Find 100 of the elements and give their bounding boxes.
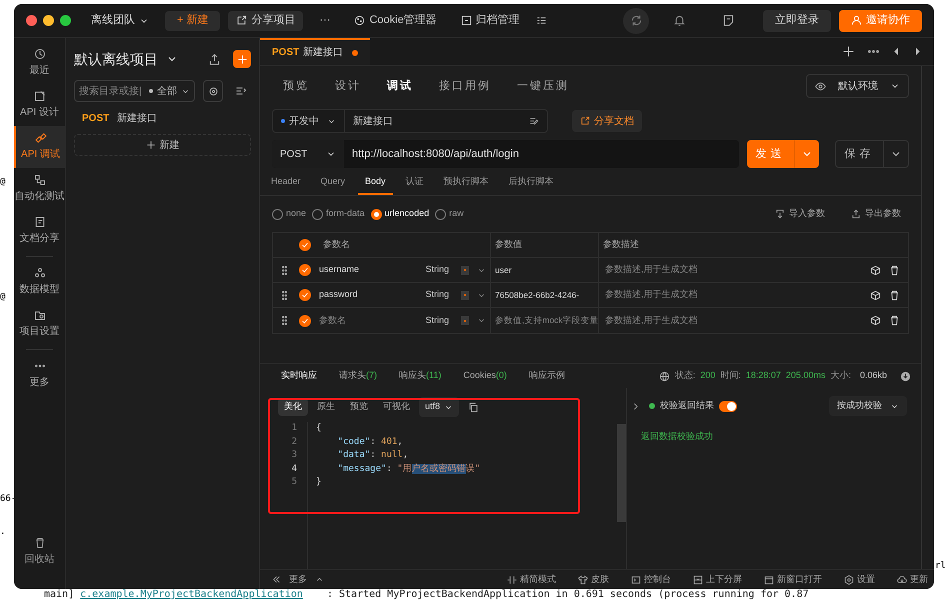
nav-item[interactable]: 自动化测试 xyxy=(14,168,65,210)
request-section-tab[interactable]: Query xyxy=(314,170,352,195)
left-arrow-icon[interactable] xyxy=(892,47,901,56)
encoding-dropdown[interactable]: utf8 xyxy=(419,397,460,417)
request-section-tab[interactable]: 认证 xyxy=(398,170,431,195)
window-control[interactable] xyxy=(26,15,37,26)
validation-mode-dropdown[interactable]: 按成功校验 xyxy=(829,396,907,416)
nav-item[interactable]: 更多 xyxy=(14,354,65,396)
mode-tab[interactable]: 调试 xyxy=(376,73,424,99)
param-description[interactable]: 参数描述,用于生成文档 xyxy=(599,314,870,328)
cube-icon[interactable] xyxy=(870,315,881,326)
window-control[interactable] xyxy=(43,15,54,26)
body-type-radio[interactable]: form-data xyxy=(312,207,365,221)
footer-button[interactable]: 上下分屏 xyxy=(693,572,742,586)
copy-icon[interactable] xyxy=(468,402,480,412)
request-tab[interactable]: POST 新建接口 xyxy=(260,38,370,65)
sync-button[interactable] xyxy=(623,8,649,34)
trash-icon[interactable] xyxy=(889,315,900,326)
nav-item[interactable]: API 设计 xyxy=(14,84,65,126)
toolbar-button[interactable]: Cookie管理器 xyxy=(346,10,445,30)
request-section-tab[interactable]: 后执行脚本 xyxy=(502,170,561,195)
project-dropdown[interactable]: 默认离线项目 xyxy=(74,48,178,70)
body-type-radio[interactable]: urlencoded xyxy=(370,207,430,221)
param-value[interactable]: 76508be2-66b2-4246- xyxy=(491,283,599,307)
url-input[interactable]: http://localhost:8080/api/auth/login xyxy=(352,146,731,162)
environment-dropdown[interactable]: 默认环境 xyxy=(806,74,909,98)
param-value[interactable]: user xyxy=(491,258,599,282)
body-type-radio[interactable]: raw xyxy=(435,207,464,221)
filter-dropdown[interactable]: 全部 xyxy=(149,84,190,98)
search-input[interactable]: 搜索目录或接| xyxy=(79,84,149,98)
view-mode-tab[interactable]: 预览 xyxy=(344,398,374,416)
list-icon[interactable] xyxy=(536,15,547,26)
footer-button[interactable]: 新窗口打开 xyxy=(764,572,822,586)
more-button[interactable]: 更多 xyxy=(272,572,324,586)
toolbar-button[interactable]: ··· xyxy=(311,10,338,30)
param-value[interactable]: 参数值,支持mock字段变量 xyxy=(491,308,599,333)
right-arrow-icon[interactable] xyxy=(913,47,922,56)
login-button[interactable]: 立即登录 xyxy=(763,10,831,32)
import-button[interactable]: 导入参数 xyxy=(775,207,825,221)
method-dropdown[interactable]: POST xyxy=(272,140,344,168)
trash-icon[interactable] xyxy=(889,290,900,300)
response-tab[interactable]: 实时响应 xyxy=(270,364,328,388)
type-select[interactable]: String xyxy=(425,263,449,277)
param-description[interactable]: 参数描述,用于生成文档 xyxy=(599,263,870,277)
nav-item[interactable]: 文档分享 xyxy=(14,210,65,252)
response-tab[interactable]: 请求头(7) xyxy=(328,364,388,388)
window-control[interactable] xyxy=(60,15,71,26)
mode-tab[interactable]: 设计 xyxy=(324,73,372,99)
download-icon[interactable] xyxy=(900,370,911,382)
response-tab[interactable]: 响应头(11) xyxy=(388,364,452,388)
nav-item[interactable]: 项目设置 xyxy=(14,303,65,345)
checkbox[interactable] xyxy=(299,314,311,326)
toolbar-button[interactable]: 分享项目 xyxy=(228,10,304,30)
sort-icon[interactable] xyxy=(235,85,247,97)
param-name[interactable]: username xyxy=(319,263,418,277)
checkbox[interactable] xyxy=(299,239,311,251)
param-name[interactable]: 参数名 xyxy=(319,314,418,328)
view-mode-tab[interactable]: 原生 xyxy=(311,398,341,416)
plus-icon[interactable] xyxy=(842,45,855,58)
add-button[interactable] xyxy=(233,50,251,68)
bell-icon[interactable] xyxy=(673,14,686,27)
note-icon[interactable] xyxy=(722,14,735,27)
locate-button[interactable] xyxy=(203,80,223,102)
scrollbar[interactable] xyxy=(617,424,626,522)
mode-tab[interactable]: 一键压测 xyxy=(506,73,580,99)
share-doc-button[interactable]: 分享文档 xyxy=(572,110,642,132)
nav-item[interactable]: 数据模型 xyxy=(14,261,65,303)
export-button[interactable]: 导出参数 xyxy=(851,207,901,221)
footer-button[interactable]: 控制台 xyxy=(631,572,671,586)
type-select[interactable]: String xyxy=(425,288,449,302)
footer-button[interactable]: 皮肤 xyxy=(578,572,609,586)
response-tab[interactable]: 响应示例 xyxy=(518,364,576,388)
mode-tab[interactable]: 预览 xyxy=(272,73,320,99)
tree-item[interactable]: POST 新建接口 xyxy=(74,106,251,130)
nav-item[interactable]: 最近 xyxy=(14,42,65,84)
request-section-tab[interactable]: Header xyxy=(264,170,308,195)
checkbox[interactable] xyxy=(299,289,311,301)
toggle-switch[interactable] xyxy=(719,400,737,412)
footer-button[interactable]: 精简模式 xyxy=(507,572,556,586)
param-description[interactable]: 参数描述,用于生成文档 xyxy=(599,288,870,302)
view-mode-tab[interactable]: 可视化 xyxy=(377,398,416,416)
param-name[interactable]: password xyxy=(319,288,418,302)
save-button[interactable]: 保存 xyxy=(835,140,909,168)
checkbox[interactable] xyxy=(299,264,311,276)
response-tab[interactable]: Cookies(0) xyxy=(452,364,518,388)
trash-icon[interactable] xyxy=(889,264,900,276)
body-type-radio[interactable]: none xyxy=(272,207,306,221)
trash-button[interactable]: 回收站 xyxy=(14,537,65,581)
footer-button[interactable]: 更新 xyxy=(897,572,928,586)
new-button[interactable]: + 新建 xyxy=(165,10,220,30)
request-section-tab[interactable]: Body xyxy=(358,170,393,195)
mode-tab[interactable]: 接口用例 xyxy=(428,73,502,99)
type-select[interactable]: String xyxy=(425,314,449,328)
request-section-tab[interactable]: 预执行脚本 xyxy=(436,170,496,195)
nav-item[interactable]: API 调试 xyxy=(14,126,65,168)
new-item-button[interactable]: 新建 xyxy=(74,134,251,156)
footer-button[interactable]: 设置 xyxy=(844,572,875,586)
team-dropdown[interactable]: 离线团队 xyxy=(91,12,149,29)
cube-icon[interactable] xyxy=(870,264,881,276)
search-field[interactable]: 搜索目录或接| 全部 xyxy=(74,80,195,102)
